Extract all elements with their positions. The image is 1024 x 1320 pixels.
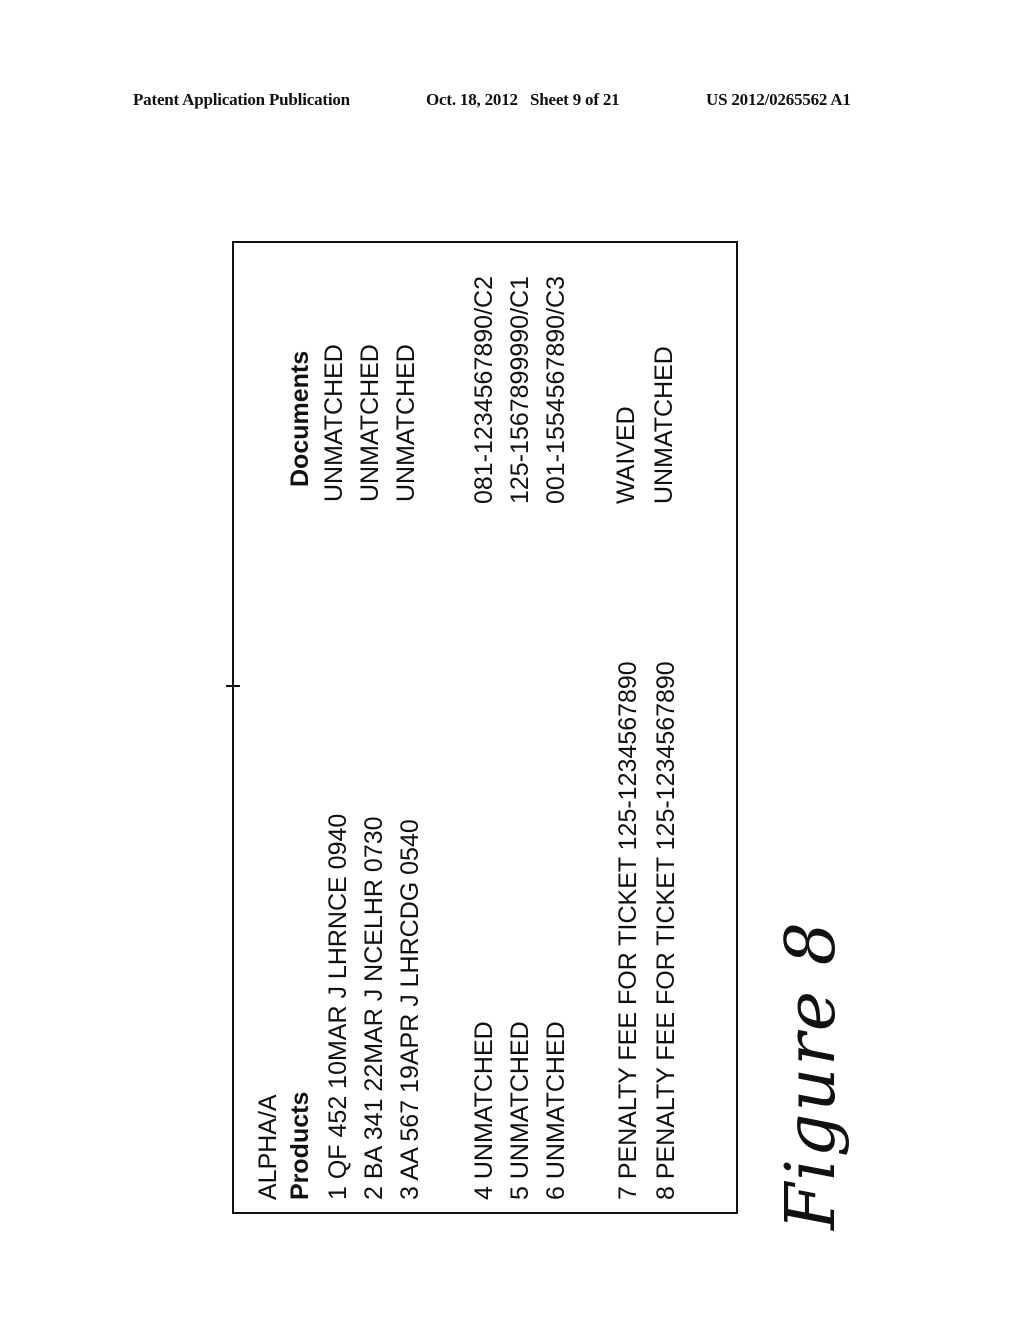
document-row-6: 001-1554567890/C3 <box>542 276 570 504</box>
product-row-7: 7 PENALTY FEE FOR TICKET 125-1234567890 <box>614 661 642 1200</box>
product-row-6: 6 UNMATCHED <box>542 1021 570 1200</box>
document-row-8: UNMATCHED <box>650 346 678 504</box>
documents-header: Documents <box>286 350 314 487</box>
product-row-5: 5 UNMATCHED <box>506 1021 534 1200</box>
frame-tick <box>226 685 240 687</box>
document-row-5: 125-1567899990/C1 <box>506 276 534 504</box>
document-row-3: UNMATCHED <box>392 344 420 502</box>
document-row-7: WAIVED <box>612 406 640 504</box>
document-row-4: 081-1234567890/C2 <box>470 276 498 504</box>
product-row-3: 3 AA 567 19APR J LHRCDG 0540 <box>396 819 424 1200</box>
publication-title: Patent Application Publication <box>133 90 350 109</box>
product-row-8: 8 PENALTY FEE FOR TICKET 125-1234567890 <box>652 661 680 1200</box>
account-title: ALPHA/A <box>254 1094 282 1200</box>
product-row-4: 4 UNMATCHED <box>470 1021 498 1200</box>
products-header: Products <box>286 1091 314 1200</box>
document-row-2: UNMATCHED <box>356 344 384 502</box>
publication-number: US 2012/0265562 A1 <box>706 90 851 109</box>
figure-caption: Figure 8 <box>772 920 851 1230</box>
product-row-2: 2 BA 341 22MAR J NCELHR 0730 <box>360 816 388 1200</box>
publication-date-sheet: Oct. 18, 2012 Sheet 9 of 21 <box>426 90 620 109</box>
product-row-1: 1 QF 452 10MAR J LHRNCE 0940 <box>324 813 352 1200</box>
document-row-1: UNMATCHED <box>320 344 348 502</box>
